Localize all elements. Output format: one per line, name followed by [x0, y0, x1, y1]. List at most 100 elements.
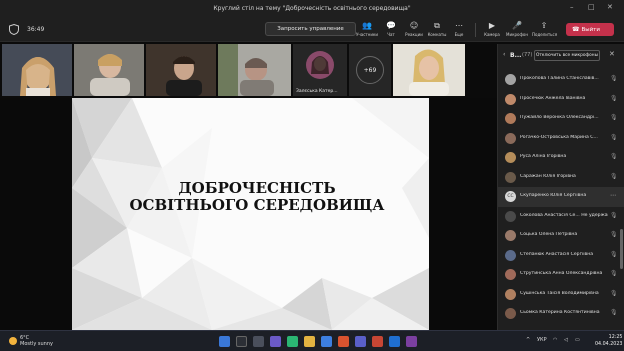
reactions-label: Реакции — [405, 32, 423, 37]
share-label: Поделиться — [532, 32, 558, 37]
share-button[interactable]: ⇪ Поделиться — [532, 21, 558, 41]
video-tile[interactable] — [74, 44, 144, 96]
start-icon[interactable] — [219, 336, 230, 347]
participant-row[interactable]: Просечюк Анжела Іванівна 🎙 — [498, 90, 624, 110]
meeting-toolbar: 36:49 Запросить управление 👥 Участники 💬… — [0, 18, 624, 42]
volume-icon[interactable]: ◁ — [564, 337, 568, 343]
window-title: Круглий стіл на тему "Доброчесність осві… — [213, 5, 411, 12]
avatar — [505, 288, 516, 300]
file-explorer-icon[interactable] — [304, 336, 315, 347]
minimize-button[interactable]: – — [570, 3, 574, 11]
participant-count: (77) — [522, 52, 533, 58]
close-window-button[interactable]: ✕ — [607, 3, 613, 11]
close-panel-icon[interactable]: ✕ — [609, 50, 615, 58]
participants-label: Участники — [355, 32, 378, 37]
chevron-up-icon[interactable]: ^ — [526, 337, 530, 343]
participant-name: Саражан Юлія Ігорівна — [520, 173, 576, 179]
mic-off-icon: 🎙 — [610, 114, 618, 121]
chat-app-icon[interactable] — [270, 336, 281, 347]
taskbar: 6°C Mostly sunny ^ УКР ◠ ◁ ▭ 12:25 04.04… — [0, 330, 624, 351]
store-icon[interactable] — [321, 336, 332, 347]
powerpoint-icon[interactable] — [372, 336, 383, 347]
participant-name: Пужайло Вероніка Олександрі... — [520, 115, 599, 120]
chat-label: Чат — [387, 32, 395, 37]
participant-name: Скупаренко Юлія Сергіївна — [520, 193, 587, 198]
word-icon[interactable] — [389, 336, 400, 347]
participant-name: Просечюк Анжела Іванівна — [520, 95, 586, 101]
participant-row[interactable]: Степанюк Анастасія Сергіївна 🎙 — [498, 246, 624, 266]
panel-scrollbar[interactable] — [620, 229, 623, 269]
microphone-label: Микрофон — [506, 32, 528, 37]
maximize-button[interactable]: □ — [588, 3, 595, 11]
leave-button[interactable]: ☎ Выйти — [566, 23, 614, 36]
chat-button[interactable]: 💬 Чат — [379, 21, 403, 41]
meeting-timer: 36:49 — [27, 26, 45, 33]
participant-name: Степанюк Анастасія Сергіївна — [520, 251, 594, 257]
more-participants-tile[interactable]: +69 — [349, 44, 391, 96]
avatar — [505, 249, 516, 261]
participant-row[interactable]: Сушінська Таїсія Володимирівна 🎙 — [498, 285, 624, 305]
participant-name: Струтинська Анна Олександрівна — [520, 271, 603, 276]
mic-off-icon: 🎙 — [610, 94, 618, 102]
avatar — [505, 113, 516, 124]
language-indicator[interactable]: УКР — [537, 337, 547, 343]
microphone-button[interactable]: 🎤 Микрофон — [505, 21, 529, 41]
participant-row[interactable]: СС Скупаренко Юлія Сергіївна ⋯ — [498, 187, 624, 207]
participant-list: Прокопова Галина Станіславів... 🎙 Просеч… — [498, 70, 624, 324]
app-icon[interactable] — [406, 336, 417, 347]
rooms-label: Комнаты — [427, 32, 447, 37]
battery-icon[interactable]: ▭ — [575, 337, 580, 343]
chevron-left-icon[interactable]: ‹ — [503, 51, 505, 58]
camera-button[interactable]: ▶ Камера — [480, 21, 504, 41]
participant-row[interactable]: Сьомка Катерина Костянтинівна 🎙 — [498, 304, 624, 324]
participant-row[interactable]: Соцька Олена Петрівна 🎙 — [498, 226, 624, 246]
wifi-icon[interactable]: ◠ — [553, 337, 557, 343]
participant-video — [146, 44, 216, 96]
task-view-icon[interactable] — [253, 336, 264, 347]
mute-all-button[interactable]: Отключить все микрофоны — [534, 50, 600, 61]
title-bar: Круглий стіл на тему "Доброчесність осві… — [0, 0, 624, 18]
rooms-button[interactable]: ⧉ Комнаты — [425, 21, 449, 41]
slide-background-pattern — [72, 98, 429, 330]
avatar — [505, 210, 516, 222]
participant-row[interactable]: Саражан Юлія Ігорівна 🎙 — [498, 168, 624, 188]
system-clock[interactable]: 12:25 04.04.2023 — [595, 334, 622, 348]
camera-icon: ▶ — [488, 21, 496, 30]
avatar — [505, 74, 516, 85]
video-tile[interactable] — [146, 44, 216, 96]
search-icon[interactable] — [236, 336, 247, 347]
participant-row[interactable]: Рогачко-Островська Марина С... 🎙 — [498, 129, 624, 149]
participant-name: Сьомка Катерина Костянтинівна — [520, 310, 600, 315]
video-tile[interactable]: Залєська Катер... — [293, 44, 347, 96]
video-tile[interactable] — [2, 44, 72, 96]
more-label: Еще — [454, 32, 464, 37]
teams-icon[interactable] — [355, 336, 366, 347]
more-icon: ⋯ — [455, 21, 463, 30]
participant-row[interactable]: Руса Аліна Ігорівна 🎙 — [498, 148, 624, 168]
camera-label: Камера — [484, 32, 500, 37]
participant-row[interactable]: Прокопова Галина Станіславів... 🎙 — [498, 70, 624, 90]
participant-row[interactable]: Струтинська Анна Олександрівна 🎙 — [498, 265, 624, 285]
participant-row[interactable]: Пужайло Вероніка Олександрі... 🎙 — [498, 109, 624, 129]
rooms-icon: ⧉ — [434, 21, 440, 30]
microphone-icon: 🎤 — [512, 21, 522, 30]
clock-date: 04.04.2023 — [595, 342, 623, 347]
clock-time: 12:25 — [608, 335, 623, 340]
toolbar-divider — [475, 23, 476, 37]
video-tile[interactable] — [218, 44, 291, 96]
app-icon[interactable] — [338, 336, 349, 347]
participants-button[interactable]: 👥 Участники — [355, 21, 379, 41]
weather-widget[interactable]: 6°C Mostly sunny — [9, 335, 53, 347]
chat-icon: 💬 — [386, 21, 396, 30]
mic-off-icon: 🎙 — [610, 309, 618, 316]
more-options-icon[interactable]: ⋯ — [610, 192, 616, 199]
participant-name: Сушінська Таїсія Володимирівна — [520, 290, 599, 296]
avatar — [505, 171, 516, 183]
reactions-button[interactable]: ☺ Реакции — [402, 21, 426, 41]
more-button[interactable]: ⋯ Еще — [447, 21, 471, 41]
avatar — [505, 269, 516, 280]
request-control-button[interactable]: Запросить управление — [265, 22, 356, 36]
participant-row[interactable]: Соколова Анастасія Се... Не удержаним 🎙 — [498, 207, 624, 227]
video-tile[interactable] — [393, 44, 465, 96]
edge-browser-icon[interactable] — [287, 336, 298, 347]
